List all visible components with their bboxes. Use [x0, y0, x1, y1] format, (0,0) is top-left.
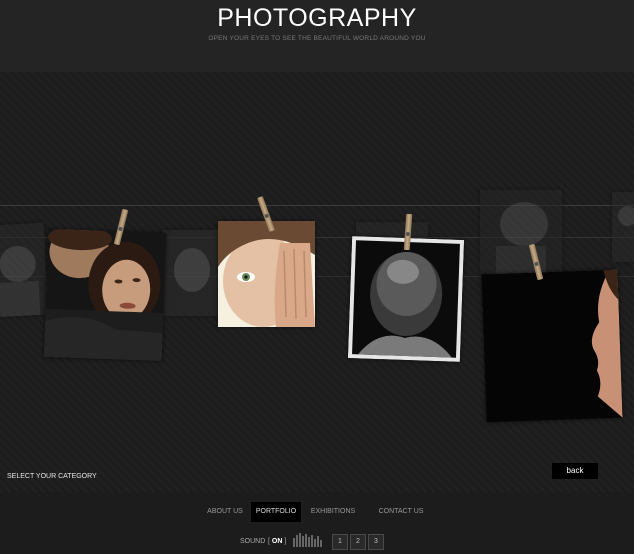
- page-title: PHOTOGRAPHY: [217, 4, 417, 32]
- sound-state: ON: [271, 538, 283, 545]
- select-category-label: SELECT YOUR CATEGORY: [7, 473, 97, 480]
- page-button-1[interactable]: 1: [332, 534, 348, 550]
- photo-thumbnail[interactable]: [0, 222, 49, 318]
- photo-couple[interactable]: [43, 228, 167, 362]
- photo-thumbnail[interactable]: [162, 230, 218, 316]
- equalizer-icon[interactable]: [293, 533, 323, 547]
- nav-portfolio[interactable]: PORTFOLIO: [251, 502, 301, 522]
- sound-toggle[interactable]: [ ON ]: [268, 538, 286, 545]
- page-button-3[interactable]: 3: [368, 534, 384, 550]
- sound-label: SOUND: [240, 538, 266, 545]
- photo-thumbnail[interactable]: [480, 190, 562, 274]
- page-subtitle: OPEN YOUR EYES TO SEE THE BEAUTIFUL WORL…: [208, 35, 426, 42]
- photo-woman-profile[interactable]: [481, 269, 623, 423]
- photo-head[interactable]: [347, 236, 465, 362]
- photo-man-face[interactable]: [218, 221, 315, 327]
- gallery-stage: [0, 72, 634, 492]
- page-button-2[interactable]: 2: [350, 534, 366, 550]
- nav-about-us[interactable]: ABOUT US: [200, 502, 250, 522]
- nav-exhibitions[interactable]: EXHIBITIONS: [303, 502, 363, 522]
- photo-thumbnail[interactable]: [612, 192, 634, 262]
- nav-contact-us[interactable]: CONTACT US: [372, 502, 430, 522]
- back-button[interactable]: back: [552, 463, 598, 479]
